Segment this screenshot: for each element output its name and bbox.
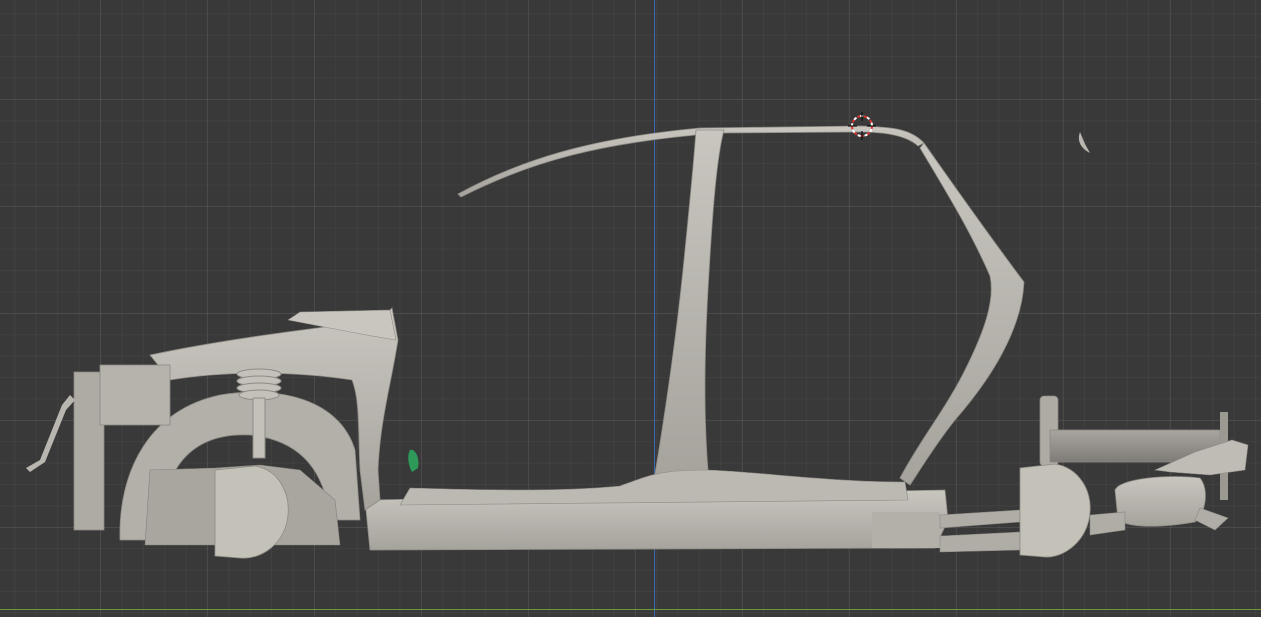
b-pillar bbox=[653, 129, 725, 481]
3d-viewport[interactable] bbox=[0, 0, 1261, 617]
car-frame-model[interactable] bbox=[0, 0, 1261, 617]
floor-beam bbox=[399, 469, 909, 506]
green-component bbox=[408, 449, 419, 472]
detached-fragment bbox=[1078, 132, 1090, 153]
radiator bbox=[73, 371, 105, 531]
rear-wheel-disc bbox=[1019, 463, 1091, 558]
engine-block bbox=[99, 364, 171, 426]
rocker-end bbox=[872, 512, 940, 548]
3d-cursor-icon[interactable] bbox=[848, 112, 876, 140]
rear-pillar bbox=[899, 142, 1025, 486]
rear-muffler bbox=[1114, 476, 1206, 527]
front-tow-bar bbox=[26, 395, 75, 472]
